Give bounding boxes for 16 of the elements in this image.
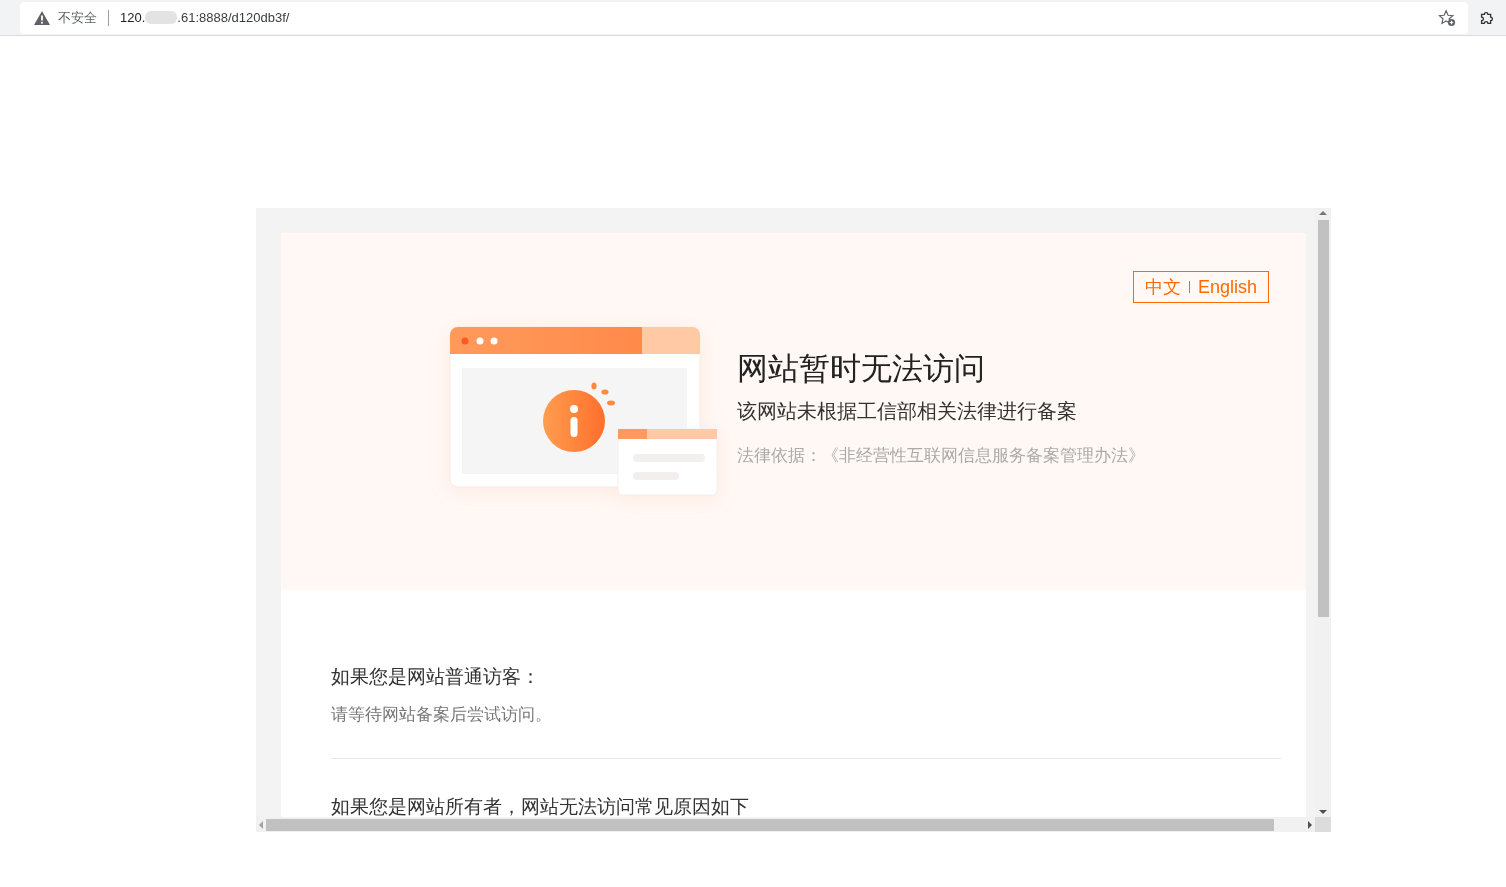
redaction-blur	[145, 11, 178, 24]
section-text: 请等待网站备案后尝试访问。	[331, 703, 553, 726]
url-text: 120.	[120, 10, 146, 25]
vertical-scrollbar[interactable]	[1315, 208, 1331, 817]
url-text: .61:8888/d120db3f/	[177, 10, 290, 25]
section-heading: 如果您是网站普通访客：	[331, 664, 541, 689]
page-title: 网站暂时无法访问	[737, 349, 986, 388]
legal-basis-text: 法律依据：《非经营性互联网信息服务备案管理办法》	[737, 444, 1145, 467]
subtitle: 该网站未根据工信部相关法律进行备案	[737, 398, 1078, 425]
warning-icon	[34, 10, 50, 25]
security-label: 不安全	[58, 8, 97, 27]
address-bar[interactable]: 不安全 120. .61:8888/d120db3f/	[20, 1, 1468, 34]
scrollbar-corner	[1315, 817, 1331, 832]
section-heading: 如果您是网站所有者，网站无法访问常见原因如下	[331, 794, 750, 817]
bookmark-star-icon[interactable]	[1438, 8, 1456, 27]
horizontal-scrollbar[interactable]	[256, 817, 1315, 832]
